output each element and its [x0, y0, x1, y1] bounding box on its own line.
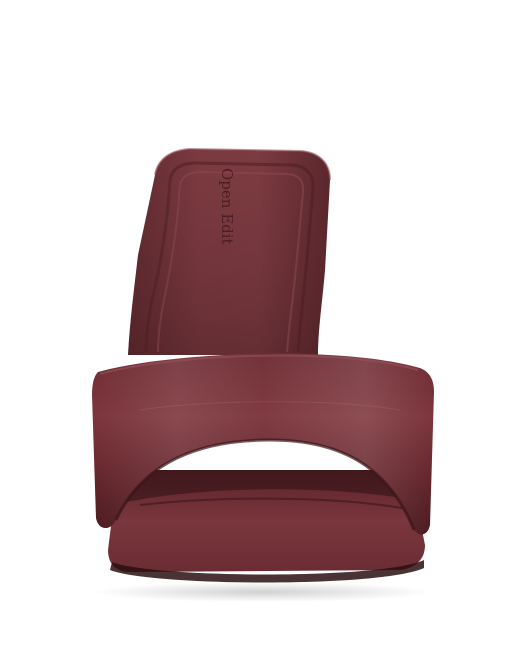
floor-shadow — [92, 582, 432, 602]
sandal-illustration: Open Edit — [92, 147, 434, 602]
toe-bed — [108, 470, 425, 583]
product-image: Open Edit — [0, 0, 520, 650]
insole: Open Edit — [128, 147, 331, 355]
insole-brand-logo: Open Edit — [218, 168, 236, 245]
